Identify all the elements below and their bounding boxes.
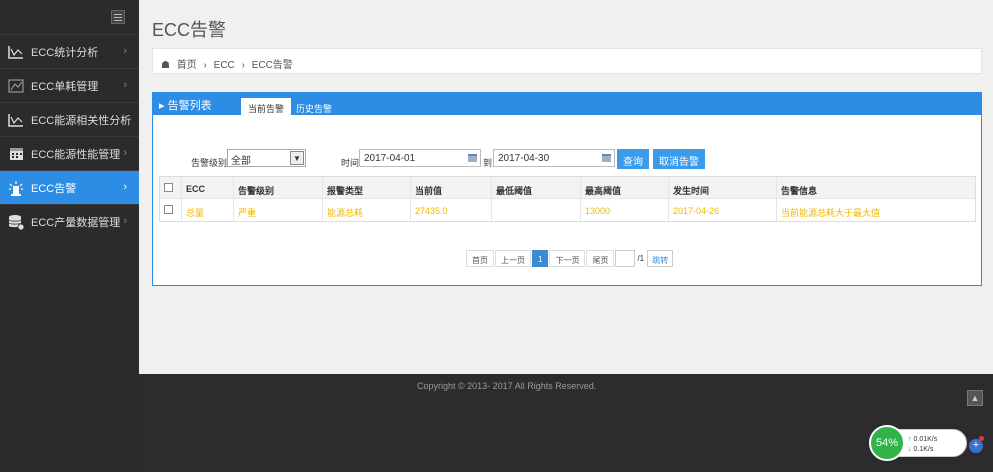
column-header[interactable]: 告警级别 (234, 177, 323, 198)
accelerate-icon[interactable]: + (969, 439, 983, 453)
pager-page-1[interactable]: 1 (532, 250, 549, 267)
sidebar-item-label: ECC产量数据管理 (31, 216, 121, 229)
memory-usage-badge[interactable]: 54% (869, 425, 905, 461)
table-header-row: ECC 告警级别 报警类型 当前值 最低阈值 最高阈值 发生时间 告警信息 (160, 177, 975, 199)
chevron-right-icon: › (123, 113, 127, 125)
caret-right-icon: ▸ (159, 100, 168, 112)
breadcrumb-ecc[interactable]: ECC (214, 60, 235, 71)
panel-header: ▸ 告警列表 当前告警 历史告警 (153, 93, 981, 115)
cancel-alarm-button[interactable]: 取消告警 (653, 149, 705, 169)
sidebar-menu: ECC统计分析 › ECC单耗管理 › ECC能源相关性分析 › ECC能源性能… (0, 34, 139, 238)
table-cell: 27435.0 (411, 199, 492, 221)
breadcrumb-home[interactable]: 首页 (177, 60, 197, 71)
sidebar-item-unit-consumption[interactable]: ECC单耗管理 › (0, 68, 139, 102)
sidebar: ECC统计分析 › ECC单耗管理 › ECC能源相关性分析 › ECC能源性能… (0, 0, 139, 472)
column-header[interactable]: 告警信息 (777, 177, 975, 198)
breadcrumb-separator: › (241, 60, 245, 71)
select-all-checkbox[interactable] (164, 183, 173, 192)
sidebar-item-performance[interactable]: ECC能源性能管理 › (0, 136, 139, 170)
page-title: ECC告警 (152, 20, 227, 40)
breadcrumb-current: ECC告警 (251, 60, 293, 71)
notification-dot (979, 436, 984, 441)
chevron-right-icon: › (123, 215, 127, 227)
alarm-level-label: 告警级别 (191, 158, 228, 168)
sidebar-item-label: ECC告警 (31, 182, 77, 195)
filter-bar: 告警级别 全部 ▼ 时间 2017-04-01 到 2017-04-30 查询 … (153, 149, 983, 171)
pager-page-input[interactable] (615, 250, 636, 267)
table-cell: 2017-04-26 (669, 199, 777, 221)
line-chart-icon (8, 44, 24, 60)
calendar-icon (468, 154, 477, 162)
sidebar-toggle-icon[interactable] (111, 10, 125, 24)
chevron-right-icon: › (123, 79, 127, 91)
sidebar-item-statistics[interactable]: ECC统计分析 › (0, 34, 139, 68)
chevron-right-icon: › (123, 147, 127, 159)
breadcrumb: ☗ 首页 › ECC › ECC告警 (152, 48, 982, 74)
sidebar-item-correlation[interactable]: ECC能源相关性分析 › (0, 102, 139, 136)
table-cell: 13000 (581, 199, 669, 221)
pager-first-button[interactable]: 首页 (466, 250, 494, 267)
breadcrumb-separator: › (203, 60, 207, 71)
alarm-level-select[interactable]: 全部 ▼ (227, 149, 306, 167)
upload-speed: 0.01K/s (913, 436, 938, 443)
chart-icon (8, 78, 24, 94)
chevron-right-icon: › (123, 181, 127, 193)
column-header[interactable]: 最高阈值 (581, 177, 669, 198)
dropdown-arrow-icon: ▼ (290, 151, 304, 165)
table-row[interactable]: 总量 严重 能源总耗 27435.0 13000 2017-04-26 当前能源… (160, 199, 975, 221)
line-chart-icon (8, 112, 24, 128)
table-cell: 严重 (234, 199, 323, 221)
calendar-icon (8, 146, 24, 162)
panel-title: ▸ 告警列表 (159, 100, 212, 112)
database-icon (8, 214, 24, 230)
query-button[interactable]: 查询 (617, 149, 649, 169)
download-arrow-icon: ↓ (908, 446, 912, 453)
home-icon: ☗ (161, 60, 170, 71)
alarm-table: ECC 告警级别 报警类型 当前值 最低阈值 最高阈值 发生时间 告警信息 总量… (159, 176, 976, 222)
time-label: 时间 (341, 158, 360, 168)
column-header[interactable]: 发生时间 (669, 177, 777, 198)
download-speed: 0.1K/s (913, 446, 934, 453)
column-header[interactable]: 报警类型 (323, 177, 411, 198)
pager-go-button[interactable]: 跳转 (647, 250, 674, 267)
copyright-text: Copyright © 2013- 2017 All Rights Reserv… (417, 381, 597, 391)
calendar-icon (602, 154, 611, 162)
sidebar-item-label: ECC单耗管理 (31, 80, 99, 93)
network-speed-widget[interactable]: ↑ 0.01K/s ↓ 0.1K/s + 54% (869, 425, 984, 461)
scroll-to-top-icon[interactable]: ▲ (967, 390, 983, 406)
main-content: ECC告警 ☗ 首页 › ECC › ECC告警 ▸ 告警列表 当前告警 历史告… (139, 0, 993, 374)
table-cell (492, 199, 581, 221)
sidebar-item-production[interactable]: ECC产量数据管理 › (0, 204, 139, 238)
pager-total: /1 (637, 254, 645, 263)
end-date-input[interactable]: 2017-04-30 (493, 149, 615, 167)
start-date-input[interactable]: 2017-04-01 (359, 149, 481, 167)
column-header[interactable]: ECC (182, 177, 234, 198)
table-cell: 总量 (182, 199, 234, 221)
to-label: 到 (483, 158, 493, 168)
sidebar-item-label: ECC能源性能管理 (31, 148, 121, 161)
sidebar-item-label: ECC能源相关性分析 (31, 114, 132, 127)
tab-current-alarms[interactable]: 当前告警 (241, 98, 292, 115)
table-cell: 当前能源总耗大于最大值 (781, 208, 881, 218)
sidebar-item-label: ECC统计分析 (31, 46, 99, 59)
pager-prev-button[interactable]: 上一页 (495, 250, 531, 267)
chevron-right-icon: › (123, 45, 127, 57)
tab-history-alarms[interactable]: 历史告警 (289, 98, 339, 115)
row-checkbox[interactable] (164, 205, 173, 214)
pager-next-button[interactable]: 下一页 (549, 250, 586, 267)
footer: Copyright © 2013- 2017 All Rights Reserv… (139, 374, 993, 472)
table-cell: 能源总耗 (323, 199, 411, 221)
alarm-list-panel: ▸ 告警列表 当前告警 历史告警 告警级别 全部 ▼ 时间 2017-04-01… (152, 92, 982, 286)
sidebar-item-alarm[interactable]: ECC告警 › (0, 170, 139, 204)
column-header[interactable]: 当前值 (411, 177, 492, 198)
pager-last-button[interactable]: 尾页 (586, 250, 615, 267)
pagination: 首页 上一页 1 下一页 尾页 /1 跳转 (466, 250, 674, 268)
alarm-icon (8, 180, 24, 196)
column-header[interactable]: 最低阈值 (492, 177, 581, 198)
upload-arrow-icon: ↑ (908, 436, 912, 443)
